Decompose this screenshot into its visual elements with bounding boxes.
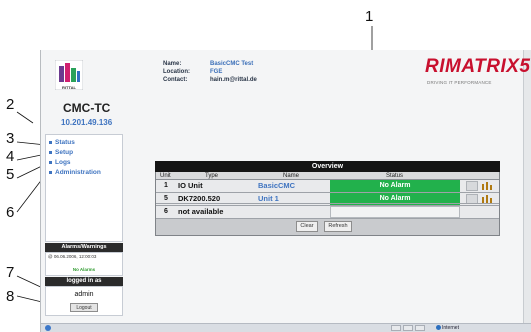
bars-icon[interactable]	[481, 181, 493, 191]
device-ip: 10.201.49.136	[61, 118, 113, 127]
menu-label: Status	[55, 139, 75, 146]
edit-icon[interactable]	[466, 181, 478, 191]
location-label: Location:	[163, 69, 190, 75]
status-cell: No Alarm	[330, 180, 460, 192]
name-link[interactable]: BasicCMC	[258, 181, 295, 190]
name-value: BasicCMC Test	[210, 61, 254, 67]
name-link[interactable]: Unit 1	[258, 194, 279, 203]
bullet-icon	[49, 140, 52, 144]
security-zone: Internet	[436, 325, 459, 331]
menu-item-setup[interactable]: Setup	[49, 149, 73, 156]
status-cell-empty	[330, 206, 460, 218]
column-header: Type	[205, 173, 219, 179]
callout-5: 5	[6, 166, 15, 183]
brand-logo: RIMATRIX5	[425, 56, 531, 77]
bullet-icon	[49, 150, 52, 154]
bullet-icon	[49, 160, 52, 164]
contact-value: hain.m@rittal.de	[210, 77, 257, 83]
column-header: Status	[386, 173, 404, 179]
status-segment	[403, 325, 413, 331]
ie-icon	[45, 325, 51, 331]
column-header: Name	[283, 173, 300, 179]
menu-label: Administration	[55, 169, 101, 176]
vertical-scrollbar[interactable]	[523, 50, 531, 324]
callout-7: 7	[6, 264, 15, 281]
callout-3: 3	[6, 130, 15, 147]
menu-label: Setup	[55, 149, 74, 156]
alarms-status: No Alarms	[72, 267, 96, 272]
menu-label: Logs	[55, 159, 71, 166]
callout-1: 1	[365, 8, 374, 25]
type-cell: IO Unit	[178, 181, 203, 190]
type-cell: DK7200.520	[178, 194, 221, 203]
bullet-icon	[49, 170, 52, 174]
zone-icon	[436, 325, 441, 330]
callout-6: 6	[6, 204, 15, 221]
column-header: Unit	[160, 173, 171, 179]
unit-cell: 1	[164, 182, 168, 189]
callout-8: 8	[6, 288, 15, 305]
logout-button[interactable]: Logout	[70, 303, 98, 312]
unit-cell: 5	[164, 195, 168, 202]
zone-label: Internet	[442, 325, 459, 331]
menu-item-administration[interactable]: Administration	[49, 169, 101, 176]
status-segment	[391, 325, 401, 331]
alarms-heading: Alarms/Warnings	[45, 243, 123, 252]
manual-figure: 1 2 3 4 5 6 7 8 Internet RITTAL Name: Ba…	[0, 0, 531, 332]
location-value: FGE	[210, 69, 223, 75]
overview-title: Overview	[155, 161, 500, 172]
refresh-button[interactable]: Refresh	[324, 221, 352, 232]
name-label: Name:	[163, 61, 182, 67]
device-title: CMC-TC	[63, 101, 111, 115]
menu-item-logs[interactable]: Logs	[49, 159, 71, 166]
clear-button[interactable]: Clear	[296, 221, 318, 232]
browser-status-bar: Internet	[41, 323, 531, 332]
brand-tagline: DRIVING IT PERFORMANCE	[427, 80, 492, 85]
alarms-timestamp: @ 06.06.2006, 12:00:03	[48, 254, 97, 259]
callout-2: 2	[6, 96, 15, 113]
login-heading: logged in as	[45, 277, 123, 286]
status-segment	[415, 325, 425, 331]
type-cell: not available	[178, 207, 224, 216]
menu-item-status[interactable]: Status	[49, 139, 75, 146]
logged-in-user: admin	[74, 291, 94, 298]
logo-text: RITTAL	[62, 85, 76, 90]
unit-cell: 6	[164, 208, 168, 215]
divider	[156, 203, 499, 204]
callout-4: 4	[6, 148, 15, 165]
contact-label: Contact:	[163, 77, 188, 83]
